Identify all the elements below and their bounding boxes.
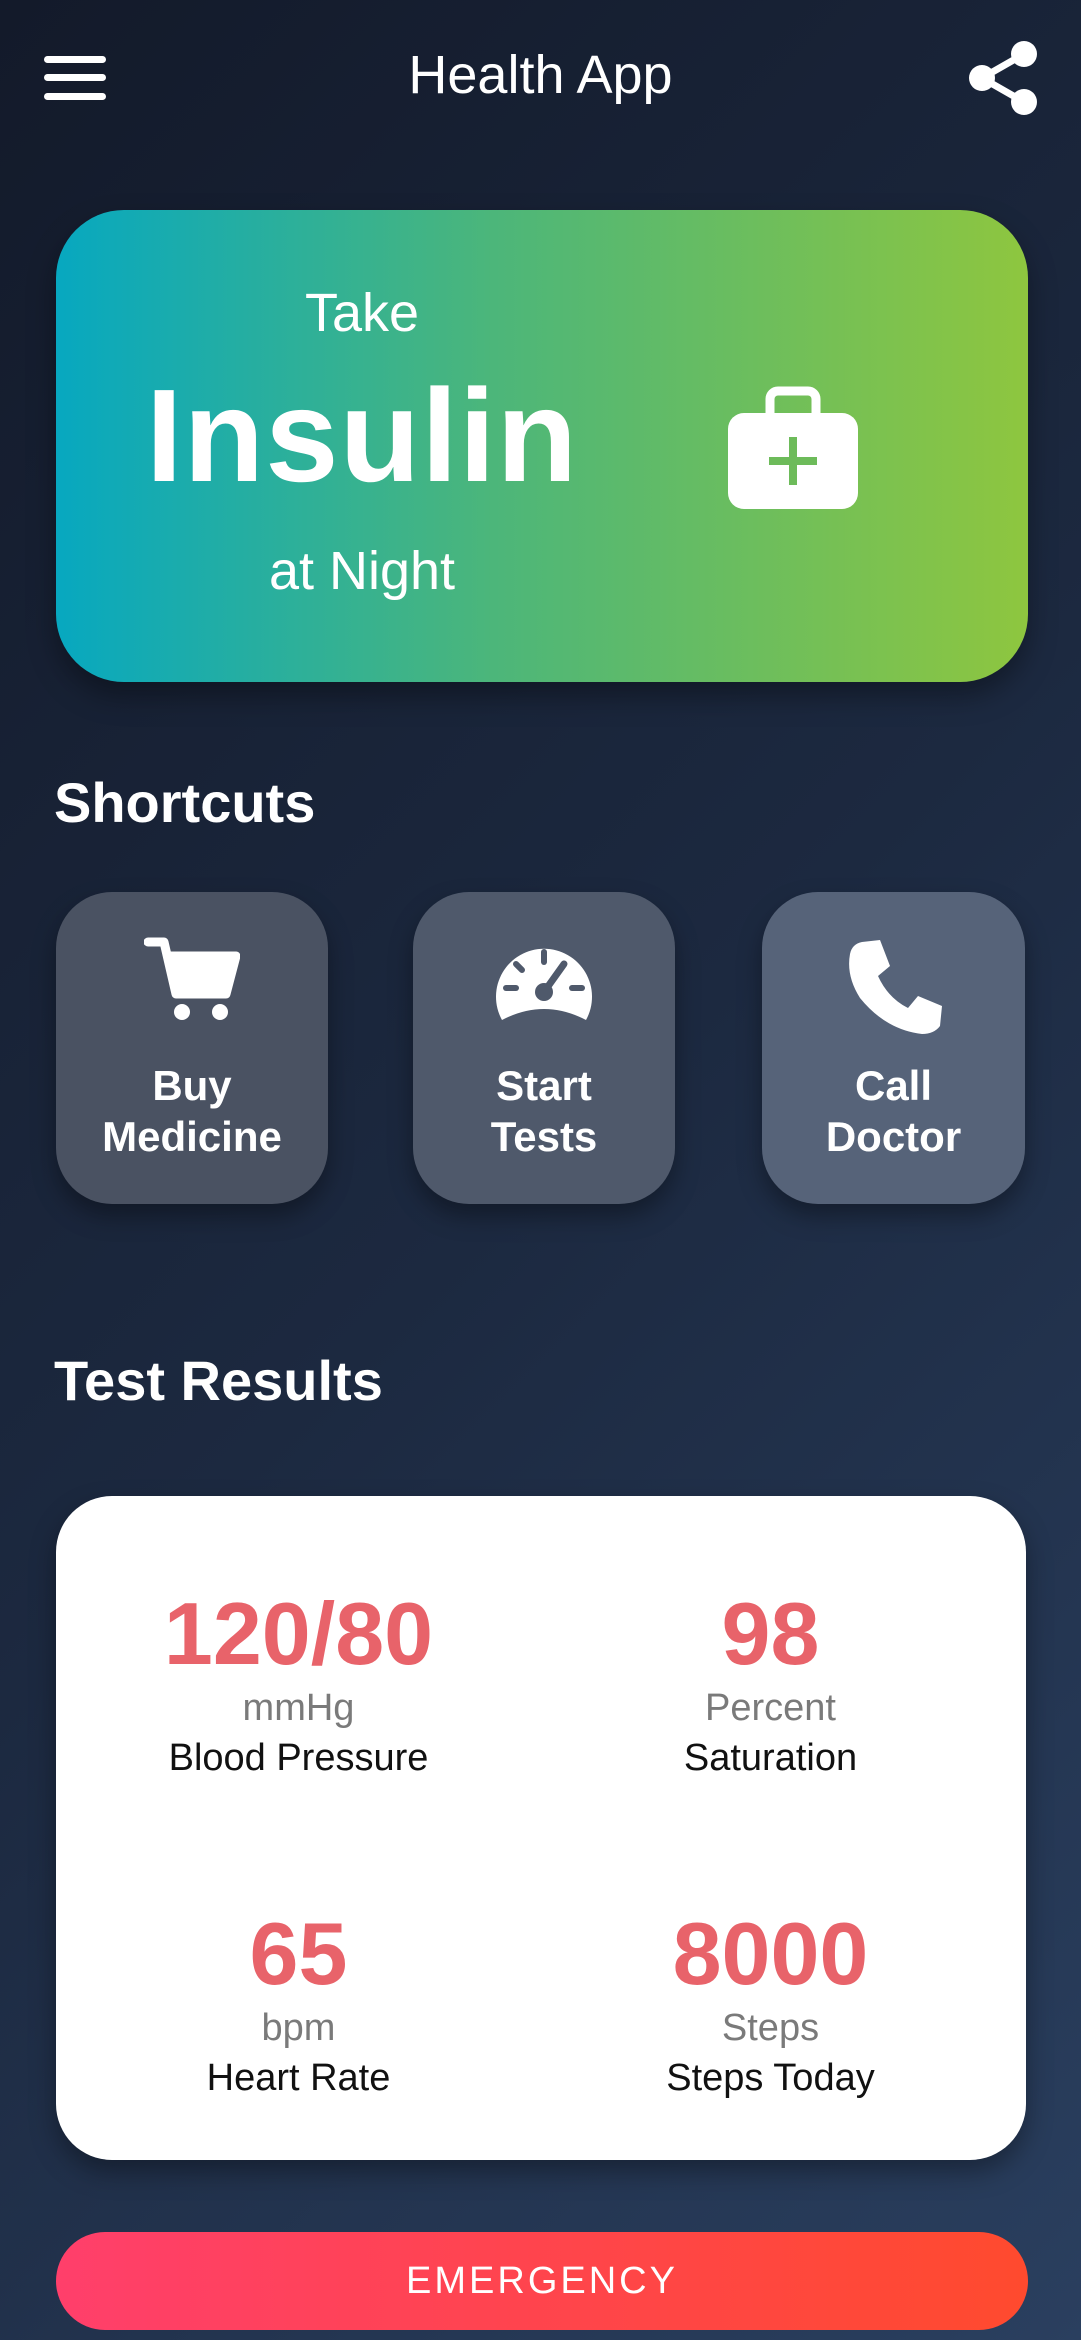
emergency-button[interactable]: EMERGENCY [56, 2232, 1028, 2330]
metric-label: Blood Pressure [168, 1737, 429, 1779]
app-header: Health App [0, 0, 1081, 160]
start-tests-button[interactable]: Start Tests [413, 892, 675, 1204]
test-results-card: 120/80 mmHg Blood Pressure 98 Percent Sa… [56, 1496, 1026, 2160]
page-title: Health App [408, 45, 673, 105]
test-results-heading: Test Results [54, 1349, 383, 1412]
metric-label: Heart Rate [206, 2057, 391, 2099]
metric-unit: bpm [261, 2007, 336, 2049]
speedometer-icon [492, 936, 596, 1031]
banner-medication: Insulin [145, 362, 579, 509]
metric-value: 98 [721, 1584, 820, 1683]
metric-unit: Steps [721, 2007, 820, 2049]
banner-line3: at Night [268, 541, 456, 601]
metric-unit: Percent [705, 1687, 836, 1729]
metric-value: 120/80 [163, 1584, 434, 1683]
reminder-banner[interactable]: Take Insulin at Night [56, 210, 1028, 682]
metric-value: 8000 [672, 1904, 869, 2003]
metric-value: 65 [249, 1904, 348, 2003]
first-aid-kit-icon [726, 385, 860, 511]
phone-icon [844, 936, 944, 1041]
shortcut-label: Call Doctor [825, 1062, 962, 1160]
call-doctor-button[interactable]: Call Doctor [762, 892, 1025, 1204]
shortcut-label: Buy Medicine [102, 1062, 282, 1160]
metric-label: Steps Today [666, 2057, 875, 2099]
shortcuts-heading: Shortcuts [54, 771, 316, 834]
metric-unit: mmHg [242, 1687, 355, 1729]
buy-medicine-button[interactable]: Buy Medicine [56, 892, 328, 1204]
banner-line1: Take [304, 283, 420, 343]
metric-heart-rate: 65 bpm Heart Rate [56, 1904, 541, 2104]
metric-saturation: 98 Percent Saturation [528, 1584, 1013, 1784]
metric-steps: 8000 Steps Steps Today [528, 1904, 1013, 2104]
share-icon[interactable] [968, 40, 1040, 116]
metric-blood-pressure: 120/80 mmHg Blood Pressure [56, 1584, 541, 1784]
shortcut-label: Start Tests [490, 1062, 598, 1160]
metric-label: Saturation [683, 1737, 858, 1779]
shopping-cart-icon [143, 936, 241, 1027]
